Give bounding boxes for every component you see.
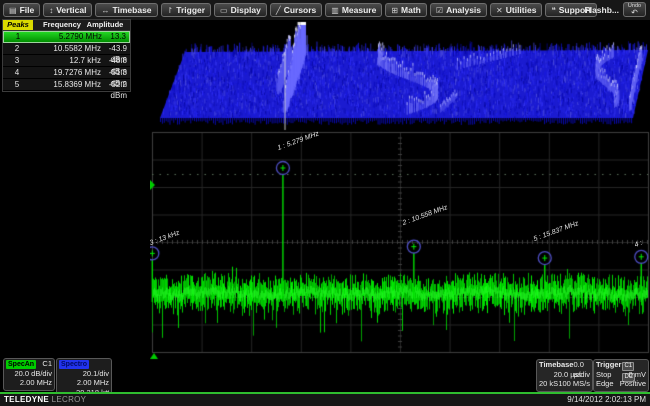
peak-number: 3 [3, 55, 31, 66]
peak-number: 5 [3, 79, 31, 90]
spectro-descriptor-box[interactable]: Spectro 20.1/div 2.00 MHz 29.218 k# [56, 358, 112, 396]
peak-row-3[interactable]: 312.7 kHz-48.8 dBm [3, 55, 130, 67]
peaks-table-header: Peaks Frequency Amplitude [3, 20, 130, 31]
measure-icon: ▥ [331, 6, 339, 15]
peak-amplitude: -43.9 dBm [103, 43, 130, 54]
brand-logo: TELEDYNE LECROY [4, 394, 86, 406]
peak-row-2[interactable]: 210.5582 MHz-43.9 dBm [3, 43, 130, 55]
support-icon: ❝ [551, 6, 555, 15]
utilities-icon: ✕ [496, 6, 503, 15]
peak-frequency: 15.8369 MHz [31, 79, 103, 90]
spectro-scale: 20.1/div [59, 369, 109, 379]
math-icon: ⊞ [391, 6, 398, 15]
trigger-slope: Positive [620, 379, 646, 389]
menu-label: Timebase [112, 5, 151, 15]
menu-trigger[interactable]: ↾Trigger [161, 3, 212, 17]
menu-bar: ▤File↕Vertical↔Timebase↾Trigger▭Display╱… [0, 0, 650, 20]
menu-analysis[interactable]: ☑Analysis [430, 3, 487, 17]
menu-label: Display [231, 5, 261, 15]
timebase-rate: 100 MS/s [558, 379, 590, 389]
specan-bandwidth: 2.00 MHz [6, 378, 52, 388]
spectro-trace-label: Spectro [59, 360, 89, 369]
trigger-icon: ↾ [167, 6, 174, 15]
spectro-bandwidth: 2.00 MHz [59, 378, 109, 388]
menu-cursors[interactable]: ╱Cursors [270, 3, 322, 17]
display-icon: ▭ [220, 6, 228, 15]
timebase-offset: 0.0 µs [573, 360, 590, 370]
flash-status-label: Flashb... [585, 5, 619, 15]
menu-label: File [20, 5, 35, 15]
peak-row-1[interactable]: 15.2790 MHz13.3 dBm [3, 31, 130, 43]
peak-frequency: 12.7 kHz [31, 55, 103, 66]
peak-number: 1 [4, 32, 32, 42]
specan-source: C1 [42, 359, 52, 369]
peak-frequency: 19.7276 MHz [31, 67, 103, 78]
frequency-column-header: Frequency [37, 20, 87, 30]
peaks-table-body: 15.2790 MHz13.3 dBm210.5582 MHz-43.9 dBm… [3, 31, 130, 91]
analysis-icon: ☑ [436, 6, 443, 15]
trigger-box[interactable]: Trigger C1DC Stop 0 mV Edge Positive [593, 359, 649, 392]
amplitude-column-header: Amplitude [83, 20, 127, 30]
status-bar: TELEDYNE LECROY 9/14/2012 2:02:13 PM [0, 394, 650, 406]
menu-timebase[interactable]: ↔Timebase [95, 3, 157, 17]
datetime-label: 9/14/2012 2:02:13 PM [567, 394, 646, 406]
menu-math[interactable]: ⊞Math [385, 3, 427, 17]
menu-display[interactable]: ▭Display [214, 3, 267, 17]
timebase-scale: 20.0 µs/div [539, 370, 590, 380]
specan-trace-label: SpecAn [6, 360, 36, 369]
menu-label: Measure [342, 5, 377, 15]
peak-amplitude: -48.8 dBm [103, 55, 130, 66]
undo-button[interactable]: Undo ↶ [623, 2, 646, 17]
menu-file[interactable]: ▤File [3, 3, 40, 17]
menu-utilities[interactable]: ✕Utilities [490, 3, 542, 17]
peak-row-5[interactable]: 515.8369 MHz-52.2 dBm [3, 79, 130, 91]
timebase-label: Timebase [539, 360, 573, 370]
menu-measure[interactable]: ▥Measure [325, 3, 382, 17]
specan-scale: 20.0 dB/div [6, 369, 52, 379]
trigger-label: Trigger [596, 360, 621, 370]
menu-label: Vertical [56, 5, 86, 15]
peaks-header-tab[interactable]: Peaks [3, 20, 33, 30]
menu-label: Cursors [284, 5, 317, 15]
peak-row-4[interactable]: 419.7276 MHz-51.3 dBm [3, 67, 130, 79]
trigger-level: 0 mV [628, 370, 646, 380]
menu-label: Math [401, 5, 421, 15]
menu-label: Analysis [446, 5, 481, 15]
cursors-icon: ╱ [276, 6, 281, 15]
trigger-type: Edge [596, 379, 614, 389]
undo-arrow-icon: ↶ [624, 9, 645, 16]
timebase-box[interactable]: Timebase 0.0 µs 20.0 µs/div 20 kS 100 MS… [536, 359, 593, 392]
timebase-samples: 20 kS [539, 379, 558, 389]
peak-amplitude: -52.2 dBm [103, 79, 130, 90]
trigger-mode: Stop [596, 370, 611, 380]
peak-amplitude: -51.3 dBm [103, 67, 130, 78]
menu-label: Trigger [176, 5, 205, 15]
spectrum-graticule-display[interactable] [150, 130, 650, 360]
vertical-icon: ↕ [49, 6, 53, 15]
peak-number: 2 [3, 43, 31, 54]
peak-frequency: 10.5582 MHz [31, 43, 103, 54]
file-icon: ▤ [9, 6, 17, 15]
peak-amplitude: 13.3 dBm [104, 32, 129, 42]
specan-descriptor-box[interactable]: SpecAn C1 20.0 dB/div 2.00 MHz [3, 358, 55, 391]
timebase-icon: ↔ [101, 6, 109, 15]
peak-frequency: 5.2790 MHz [32, 32, 104, 42]
menu-vertical[interactable]: ↕Vertical [43, 3, 92, 17]
peaks-table: Peaks Frequency Amplitude 15.2790 MHz13.… [2, 19, 131, 92]
menu-label: Utilities [506, 5, 537, 15]
peak-number: 4 [3, 67, 31, 78]
oscilloscope-window: ▤File↕Vertical↔Timebase↾Trigger▭Display╱… [0, 0, 650, 406]
3d-spectrogram-display[interactable] [150, 20, 650, 132]
